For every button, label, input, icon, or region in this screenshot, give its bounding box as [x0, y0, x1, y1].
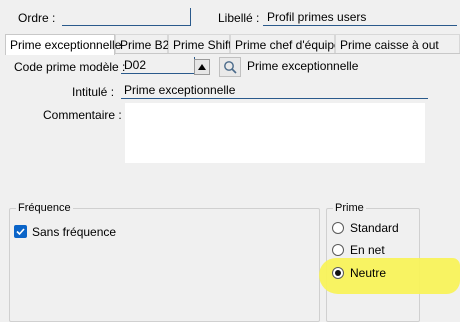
- tab-prime-shift[interactable]: Prime Shift: [168, 34, 232, 54]
- code-prime-spin-button[interactable]: [194, 59, 210, 75]
- header-bar: Ordre : Libellé : Profil primes users: [0, 0, 460, 34]
- frequence-legend: Fréquence: [18, 202, 71, 214]
- frequence-group: Fréquence: [9, 202, 320, 322]
- code-prime-search-button[interactable]: [219, 57, 241, 77]
- magnifier-icon: [224, 61, 237, 74]
- ordre-field[interactable]: [62, 8, 191, 26]
- code-prime-description: Prime exceptionnelle: [247, 59, 359, 73]
- triangle-up-icon: [198, 64, 206, 70]
- radio-en-net-label: En net: [350, 243, 385, 257]
- code-prime-label: Code prime modèle :: [14, 60, 126, 74]
- tab-label: Prime exceptionnelle: [10, 38, 122, 52]
- code-prime-input[interactable]: D02: [121, 57, 195, 74]
- sans-frequence-checkbox[interactable]: [14, 225, 27, 238]
- tab-label: Prime caisse à out: [340, 38, 439, 52]
- tab-prime-chef-equipe[interactable]: Prime chef d'équipe: [230, 34, 341, 54]
- radio-en-net[interactable]: [332, 244, 344, 256]
- libelle-field[interactable]: Profil primes users: [263, 9, 457, 26]
- radio-standard[interactable]: [332, 222, 344, 234]
- checkmark-icon: [16, 228, 25, 236]
- intitule-input[interactable]: Prime exceptionnelle: [121, 82, 428, 99]
- intitule-label: Intitulé :: [72, 85, 115, 99]
- radio-standard-label: Standard: [350, 221, 399, 235]
- tab-label: Prime Shift: [173, 38, 232, 52]
- tab-label: Prime chef d'équipe: [235, 38, 341, 52]
- commentaire-textarea[interactable]: [125, 103, 425, 163]
- commentaire-label: Commentaire :: [43, 108, 122, 122]
- ordre-label: Ordre :: [18, 11, 56, 25]
- tab-prime-b2[interactable]: Prime B2: [115, 34, 170, 54]
- tab-label: Prime B2: [120, 38, 170, 52]
- sans-frequence-label: Sans fréquence: [32, 225, 117, 239]
- tab-prime-caisse[interactable]: Prime caisse à out: [335, 34, 460, 54]
- tab-strip: Prime exceptionnelle Prime B2 Prime Shif…: [5, 34, 460, 55]
- tab-prime-exceptionnelle[interactable]: Prime exceptionnelle: [5, 34, 121, 55]
- radio-neutre-label: Neutre: [350, 266, 387, 280]
- libelle-label: Libellé :: [218, 11, 260, 25]
- prime-legend: Prime: [335, 202, 364, 214]
- radio-neutre[interactable]: [332, 267, 344, 279]
